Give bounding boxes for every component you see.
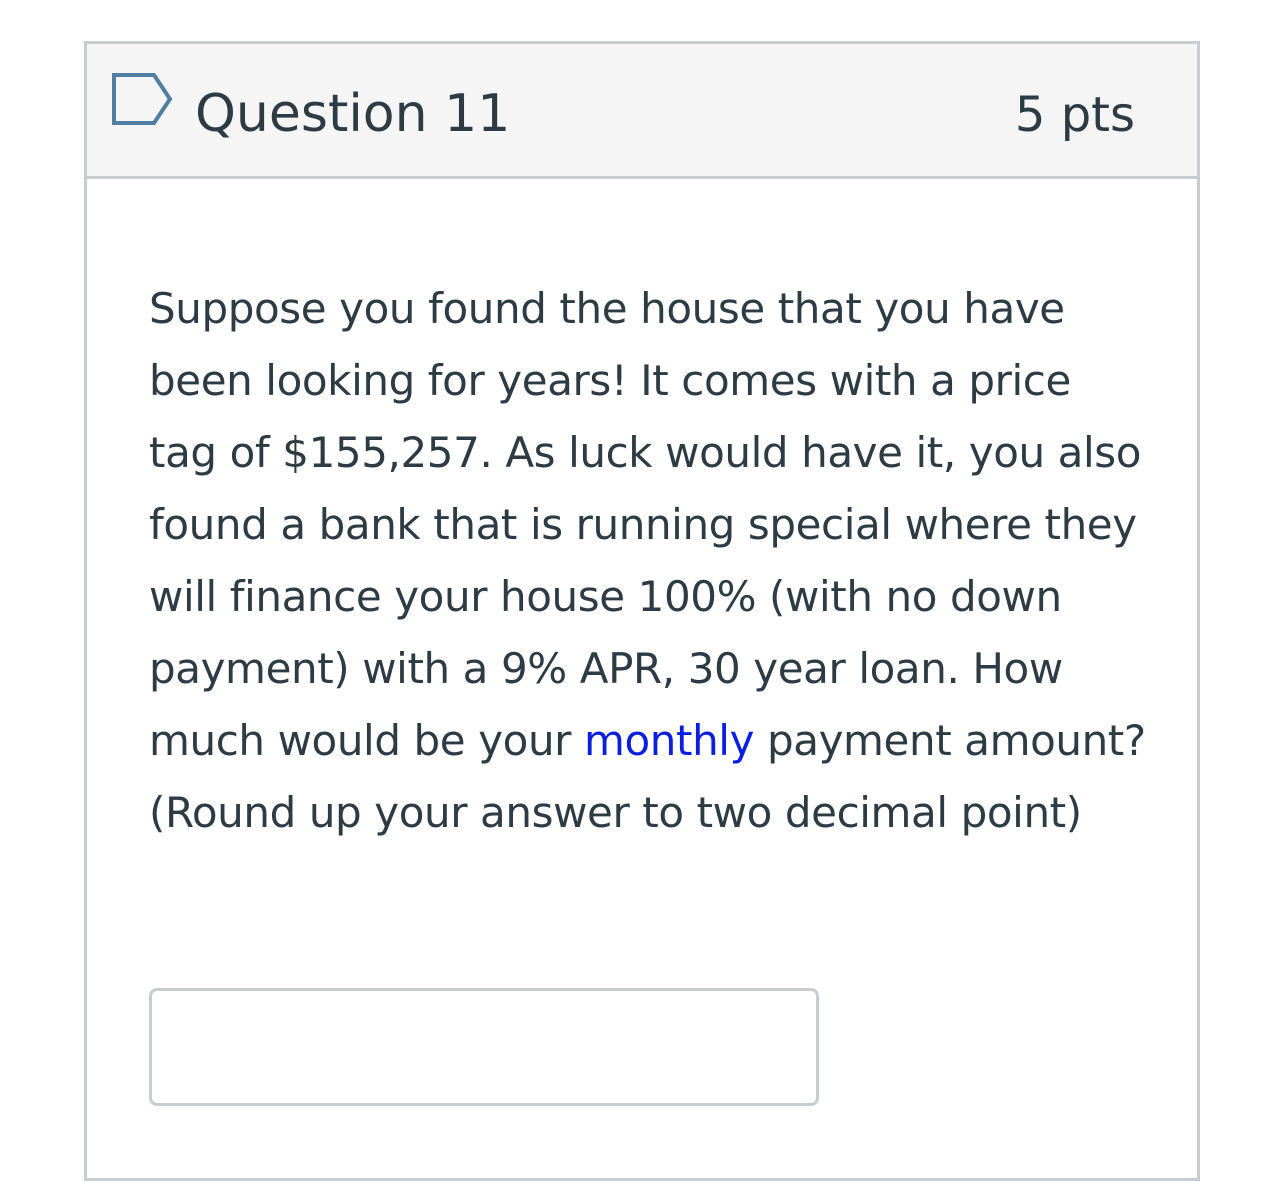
question-text: Suppose you found the house that you hav… bbox=[149, 273, 1149, 849]
emphasis-monthly: monthly bbox=[583, 716, 755, 765]
emphasis-two: two bbox=[696, 788, 773, 837]
question-text-part-3: decimal point) bbox=[771, 788, 1082, 837]
question-card: Question 11 5 pts Suppose you found the … bbox=[84, 41, 1200, 1181]
question-header: Question 11 5 pts bbox=[87, 44, 1197, 179]
bookmark-flag-icon[interactable] bbox=[111, 72, 173, 126]
question-text-part-1: Suppose you found the house that you hav… bbox=[149, 284, 1142, 765]
question-title: Question 11 bbox=[195, 84, 511, 144]
question-points: 5 pts bbox=[1014, 87, 1135, 143]
answer-input[interactable] bbox=[149, 988, 819, 1106]
